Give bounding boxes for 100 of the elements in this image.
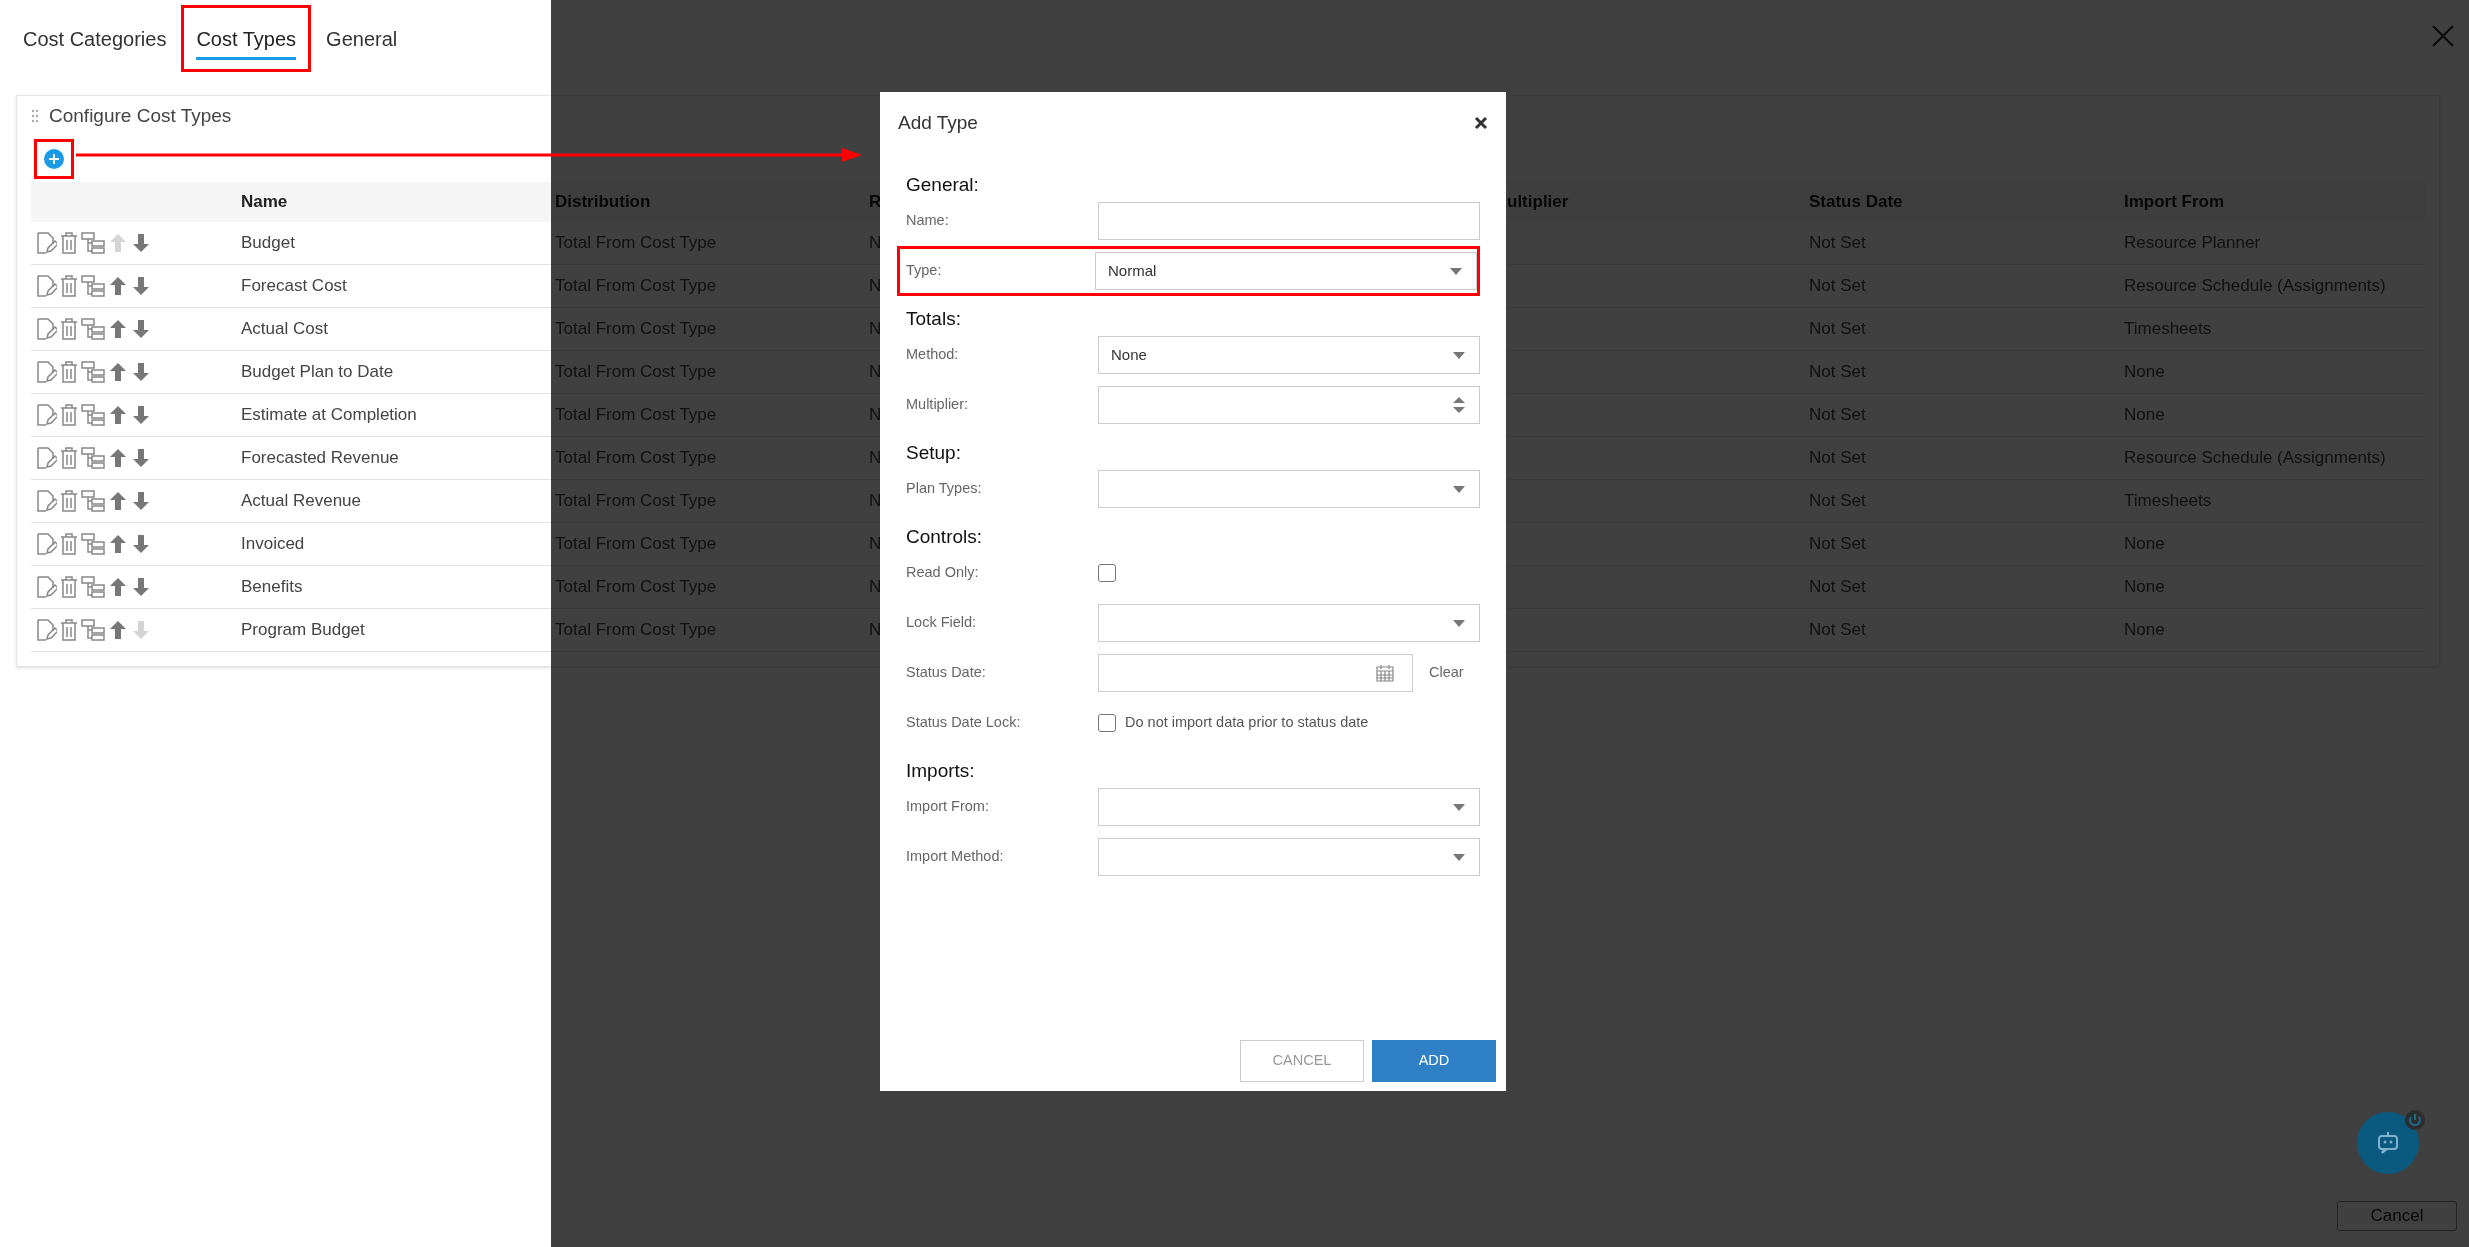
- field-label: Method:: [906, 345, 960, 365]
- edit-icon[interactable]: [35, 275, 57, 297]
- add-icon[interactable]: [44, 149, 64, 169]
- arrow-down-icon[interactable]: [131, 404, 151, 426]
- clear-link[interactable]: Clear: [1429, 662, 1464, 684]
- add-button[interactable]: ADD: [1372, 1040, 1496, 1082]
- arrow-up-icon[interactable]: [108, 404, 128, 426]
- delete-icon[interactable]: [60, 490, 78, 512]
- arrow-up-icon[interactable]: [108, 361, 128, 383]
- table-cell: Forecasted Revenue: [241, 448, 399, 468]
- table-cell: Estimate at Completion: [241, 405, 417, 425]
- column-header: Name: [241, 192, 288, 212]
- arrow-down-icon[interactable]: [131, 275, 151, 297]
- arrow-up-icon[interactable]: [108, 619, 128, 641]
- field-label: Multiplier:: [906, 395, 970, 415]
- hierarchy-icon[interactable]: [81, 232, 105, 254]
- arrow-up-icon[interactable]: [108, 447, 128, 469]
- section-heading: General:: [906, 172, 979, 197]
- table-cell: Forecast Cost: [241, 276, 347, 296]
- tab[interactable]: Cost Categories: [8, 5, 182, 72]
- edit-icon[interactable]: [35, 533, 57, 555]
- section-heading: Setup:: [906, 440, 961, 465]
- calendar-icon[interactable]: [1376, 664, 1394, 682]
- dropdown[interactable]: Normal: [1095, 252, 1477, 290]
- arrow-down-icon[interactable]: [131, 361, 151, 383]
- table-cell: Program Budget: [241, 620, 365, 640]
- table-cell: Actual Cost: [241, 319, 328, 339]
- drag-handle-icon[interactable]: [31, 109, 39, 123]
- field-label: Plan Types:: [906, 479, 983, 499]
- field-label: Status Date Lock:: [906, 713, 1022, 733]
- hierarchy-icon[interactable]: [81, 447, 105, 469]
- field-label: Import Method:: [906, 847, 1005, 867]
- hierarchy-icon[interactable]: [81, 576, 105, 598]
- arrow-down-icon[interactable]: [131, 447, 151, 469]
- table-cell: Budget Plan to Date: [241, 362, 394, 382]
- hierarchy-icon[interactable]: [81, 490, 105, 512]
- number-input[interactable]: [1098, 386, 1480, 424]
- arrow-down-icon[interactable]: [131, 533, 151, 555]
- hierarchy-icon[interactable]: [81, 318, 105, 340]
- section-heading: Totals:: [906, 306, 961, 331]
- table-cell: Actual Revenue: [241, 491, 362, 511]
- delete-icon[interactable]: [60, 533, 78, 555]
- arrow-down-icon[interactable]: [131, 232, 151, 254]
- dropdown-caret-icon: [1453, 619, 1465, 627]
- table-cell: Budget: [241, 233, 295, 253]
- edit-icon[interactable]: [35, 619, 57, 641]
- field-label: Status Date:: [906, 663, 987, 683]
- spinner-icon[interactable]: [1453, 397, 1465, 413]
- date-input[interactable]: [1098, 654, 1413, 692]
- edit-icon[interactable]: [35, 232, 57, 254]
- dropdown-caret-icon: [1453, 485, 1465, 493]
- panel-title: Configure Cost Types: [49, 103, 232, 128]
- edit-icon[interactable]: [35, 318, 57, 340]
- arrow-down-icon[interactable]: [131, 490, 151, 512]
- text-input[interactable]: [1098, 202, 1480, 240]
- field-label: Read Only:: [906, 563, 980, 583]
- edit-icon[interactable]: [35, 447, 57, 469]
- field-label: Name:: [906, 211, 950, 231]
- field-label: Lock Field:: [906, 613, 978, 633]
- checkbox[interactable]: [1098, 564, 1116, 582]
- delete-icon[interactable]: [60, 318, 78, 340]
- arrow-down-icon[interactable]: [131, 318, 151, 340]
- delete-icon[interactable]: [60, 275, 78, 297]
- arrow-up-icon[interactable]: [108, 576, 128, 598]
- checkbox-label[interactable]: Do not import data prior to status date: [1125, 712, 1369, 734]
- dropdown-caret-icon: [1453, 853, 1465, 861]
- edit-icon[interactable]: [35, 490, 57, 512]
- section-heading: Imports:: [906, 758, 975, 783]
- checkbox[interactable]: [1098, 714, 1116, 732]
- edit-icon[interactable]: [35, 404, 57, 426]
- section-heading: Controls:: [906, 524, 983, 549]
- hierarchy-icon[interactable]: [81, 361, 105, 383]
- hierarchy-icon[interactable]: [81, 619, 105, 641]
- edit-icon[interactable]: [35, 361, 57, 383]
- dialog-title: Add Type: [898, 110, 978, 135]
- field-label: Type:: [906, 261, 943, 281]
- arrow-up-icon[interactable]: [108, 533, 128, 555]
- hierarchy-icon[interactable]: [81, 533, 105, 555]
- field-label: Import From:: [906, 797, 990, 817]
- hierarchy-icon[interactable]: [81, 404, 105, 426]
- delete-icon[interactable]: [60, 404, 78, 426]
- dropdown-caret-icon: [1453, 351, 1465, 359]
- hierarchy-icon[interactable]: [81, 275, 105, 297]
- delete-icon[interactable]: [60, 576, 78, 598]
- delete-icon[interactable]: [60, 361, 78, 383]
- dropdown-caret-icon: [1450, 267, 1462, 275]
- delete-icon[interactable]: [60, 447, 78, 469]
- close-icon[interactable]: [1474, 116, 1488, 130]
- arrow-up-icon[interactable]: [108, 490, 128, 512]
- tab[interactable]: General: [311, 5, 413, 72]
- delete-icon[interactable]: [60, 619, 78, 641]
- tab[interactable]: Cost Types: [181, 5, 312, 72]
- table-cell: Invoiced: [241, 534, 305, 554]
- table-cell: Benefits: [241, 577, 303, 597]
- arrow-down-icon[interactable]: [131, 576, 151, 598]
- arrow-up-icon[interactable]: [108, 318, 128, 340]
- delete-icon[interactable]: [60, 232, 78, 254]
- dropdown[interactable]: None: [1098, 336, 1480, 374]
- edit-icon[interactable]: [35, 576, 57, 598]
- arrow-up-icon[interactable]: [108, 275, 128, 297]
